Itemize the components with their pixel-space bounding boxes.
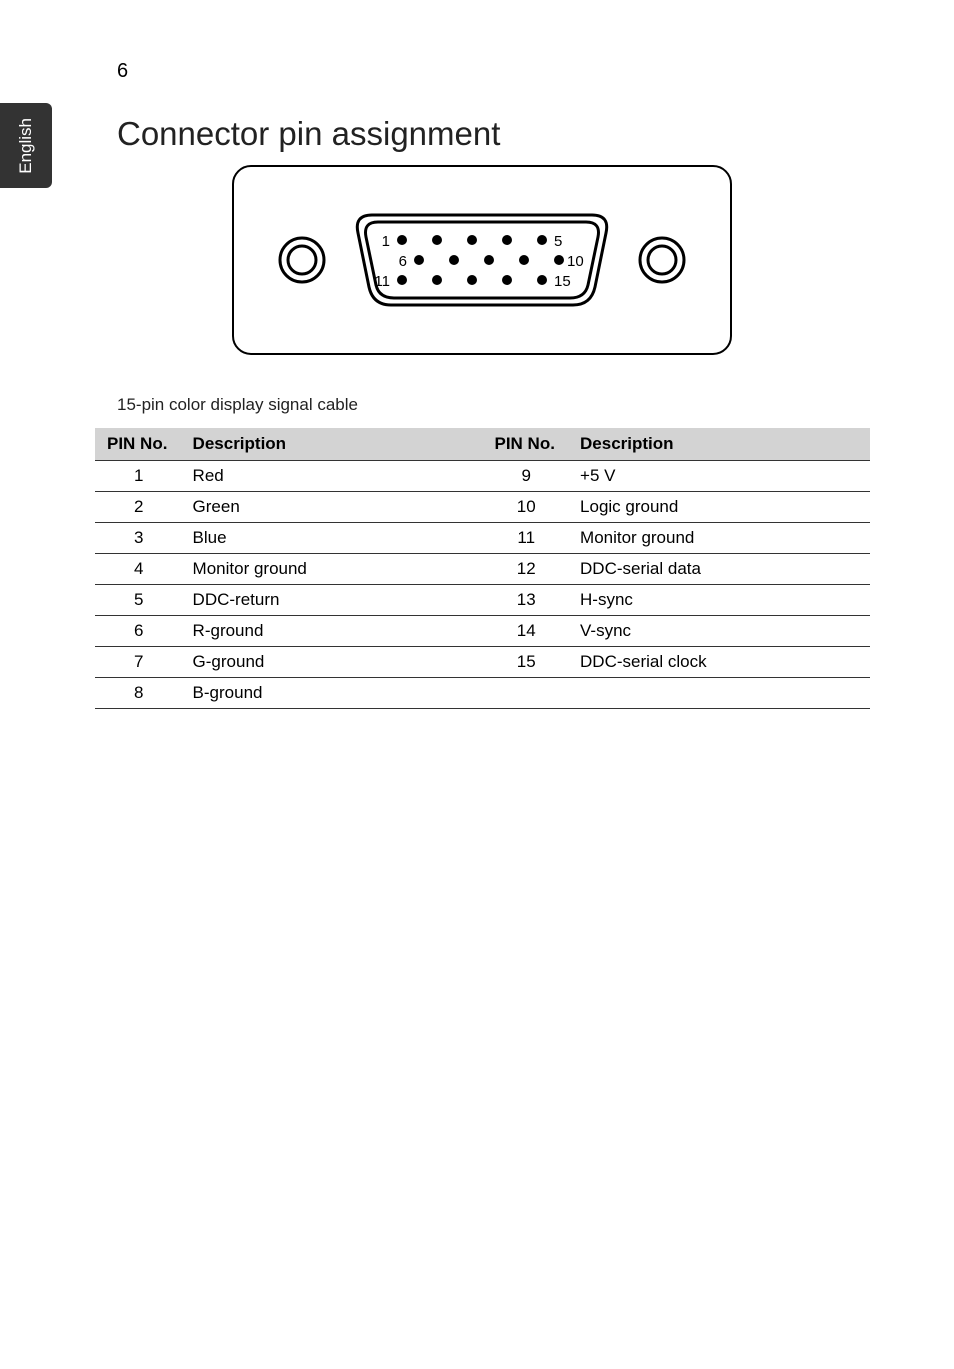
pin-desc-cell: Red <box>181 461 483 492</box>
pin-label-5: 5 <box>554 233 562 250</box>
pin-no-cell: 11 <box>482 523 568 554</box>
pin-assignment-table: PIN No. Description PIN No. Description … <box>95 428 870 709</box>
pin-no-cell: 6 <box>95 616 181 647</box>
table-row: 8 B-ground <box>95 678 870 709</box>
header-pin-no-left: PIN No. <box>95 428 181 461</box>
pin-label-11: 11 <box>374 273 390 290</box>
language-tab: English <box>0 103 52 188</box>
language-label: English <box>16 118 36 174</box>
pin-desc-cell: G-ground <box>181 647 483 678</box>
table-row: 5 DDC-return 13 H-sync <box>95 585 870 616</box>
pin-desc-cell: H-sync <box>568 585 870 616</box>
table-row: 4 Monitor ground 12 DDC-serial data <box>95 554 870 585</box>
pin-desc-cell: Green <box>181 492 483 523</box>
table-row: 1 Red 9 +5 V <box>95 461 870 492</box>
pin-desc-cell: DDC-serial clock <box>568 647 870 678</box>
table-row: 2 Green 10 Logic ground <box>95 492 870 523</box>
pin-desc-cell <box>568 678 870 709</box>
pin-no-cell <box>482 678 568 709</box>
pin-no-cell: 7 <box>95 647 181 678</box>
pin-no-cell: 2 <box>95 492 181 523</box>
pin-desc-cell: DDC-return <box>181 585 483 616</box>
table-row: 6 R-ground 14 V-sync <box>95 616 870 647</box>
pin-desc-cell: Monitor ground <box>181 554 483 585</box>
pin-label-15: 15 <box>554 273 571 290</box>
page-number: 6 <box>117 60 128 83</box>
pin-desc-cell: Monitor ground <box>568 523 870 554</box>
header-description-left: Description <box>181 428 483 461</box>
table-body: 1 Red 9 +5 V 2 Green 10 Logic ground 3 B… <box>95 461 870 709</box>
pin-no-cell: 15 <box>482 647 568 678</box>
pin-desc-cell: Blue <box>181 523 483 554</box>
table-caption: 15-pin color display signal cable <box>117 395 358 415</box>
pin-no-cell: 14 <box>482 616 568 647</box>
table-row: 3 Blue 11 Monitor ground <box>95 523 870 554</box>
pin-desc-cell: DDC-serial data <box>568 554 870 585</box>
pin-no-cell: 3 <box>95 523 181 554</box>
pin-no-cell: 13 <box>482 585 568 616</box>
pin-no-cell: 1 <box>95 461 181 492</box>
pin-desc-cell: R-ground <box>181 616 483 647</box>
pin-label-10: 10 <box>567 253 584 270</box>
pin-no-cell: 9 <box>482 461 568 492</box>
connector-diagram: 1 5 6 10 11 15 <box>232 165 732 355</box>
pin-no-cell: 10 <box>482 492 568 523</box>
pin-no-cell: 12 <box>482 554 568 585</box>
pin-label-6: 6 <box>399 253 407 270</box>
header-description-right: Description <box>568 428 870 461</box>
pin-desc-cell: V-sync <box>568 616 870 647</box>
page-title: Connector pin assignment <box>117 115 500 153</box>
header-pin-no-right: PIN No. <box>482 428 568 461</box>
pin-label-1: 1 <box>382 233 390 250</box>
pin-no-cell: 8 <box>95 678 181 709</box>
pin-no-cell: 4 <box>95 554 181 585</box>
pin-desc-cell: B-ground <box>181 678 483 709</box>
pin-desc-cell: +5 V <box>568 461 870 492</box>
pin-desc-cell: Logic ground <box>568 492 870 523</box>
table-row: 7 G-ground 15 DDC-serial clock <box>95 647 870 678</box>
pin-no-cell: 5 <box>95 585 181 616</box>
